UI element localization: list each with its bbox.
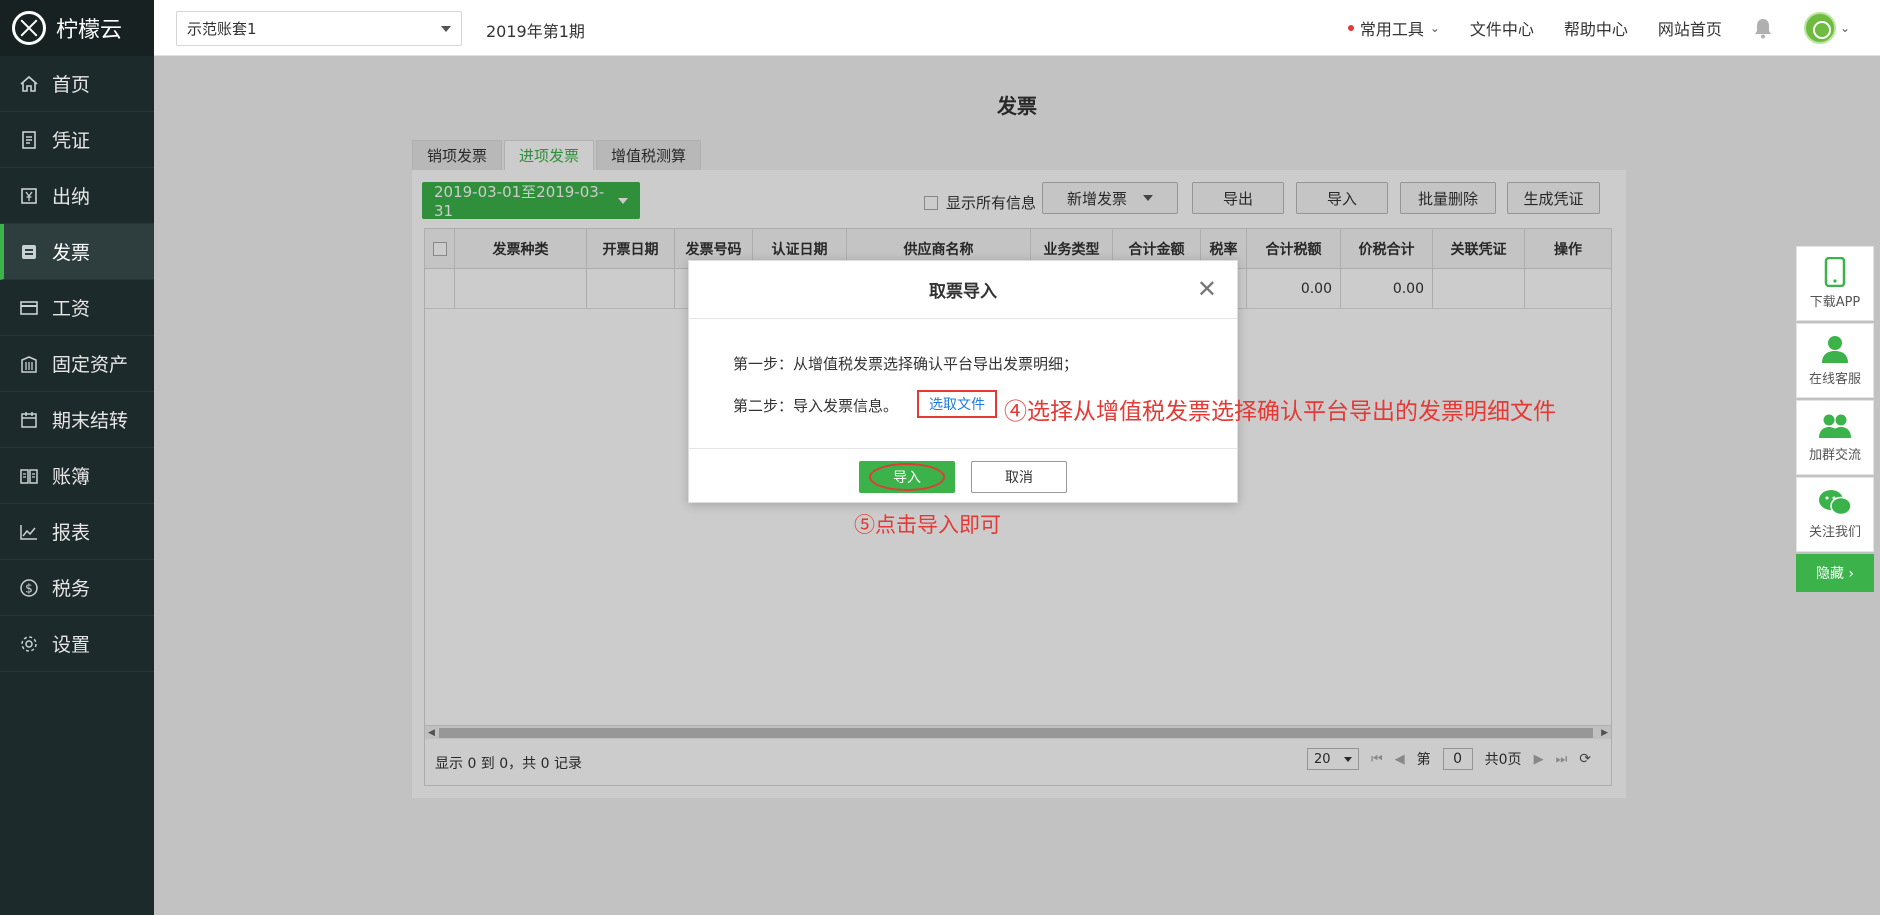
- home-icon: [18, 73, 40, 95]
- sidebar-item-home[interactable]: 首页: [0, 56, 154, 112]
- sidebar-item-label: 账簿: [52, 466, 91, 488]
- common-tools-label: 常用工具: [1359, 20, 1424, 39]
- annotation-step-4: ④选择从增值税发票选择确认平台导出的发票明细文件: [1004, 399, 1556, 425]
- sidebar-item-settings[interactable]: 设置: [0, 616, 154, 672]
- gear-icon: [18, 633, 40, 655]
- sidebar-item-label: 固定资产: [52, 354, 129, 376]
- follow-us-label: 关注我们: [1808, 525, 1861, 540]
- chevron-down-icon: ⌄: [1839, 21, 1850, 35]
- avatar: [1803, 12, 1836, 44]
- sidebar-item-label: 出纳: [52, 186, 91, 208]
- bell-icon[interactable]: [1752, 17, 1774, 39]
- online-service-button[interactable]: 在线客服: [1796, 323, 1874, 398]
- book-icon: [18, 465, 40, 487]
- step-one-text: 第一步：从增值税发票选择确认平台导出发票明细；: [733, 355, 1079, 373]
- sidebar-item-voucher[interactable]: 凭证: [0, 112, 154, 168]
- dialog-import-button[interactable]: 导入: [859, 460, 955, 493]
- topbar: 示范账套1 2019年第1期 常用工具 ⌄ 文件中心 帮助中心 网站首页 ⌄: [154, 0, 1880, 56]
- site-home-link[interactable]: 网站首页: [1658, 16, 1722, 40]
- annotation-step-5: ⑤点击导入即可: [854, 513, 1001, 537]
- sidebar-nav: 首页 凭证 出纳 发票 工资 固定资产 期末结转 账簿 报表 $ 税务 设置: [0, 56, 154, 672]
- sidebar-item-invoice[interactable]: 发票: [0, 224, 154, 280]
- chevron-down-icon: ⌄: [1429, 21, 1440, 35]
- invoice-icon: [18, 241, 40, 263]
- logo[interactable]: 柠檬云: [0, 0, 154, 56]
- top-right-nav: 常用工具 ⌄ 文件中心 帮助中心 网站首页 ⌄: [1347, 0, 1850, 56]
- dollar-icon: $: [18, 577, 40, 599]
- highlight-circle: [869, 462, 945, 491]
- group-icon: [1818, 412, 1852, 440]
- svg-text:$: $: [25, 581, 33, 595]
- sidebar-item-label: 期末结转: [52, 410, 129, 432]
- current-period: 2019年第1期: [486, 22, 585, 41]
- app-name: 柠檬云: [56, 18, 123, 43]
- sidebar-item-label: 设置: [52, 634, 91, 656]
- close-icon[interactable]: ✕: [1197, 275, 1217, 303]
- download-app-button[interactable]: 下载APP: [1796, 246, 1874, 321]
- wechat-icon: [1818, 489, 1852, 517]
- sidebar-item-salary[interactable]: 工资: [0, 280, 154, 336]
- account-select-value: 示范账套1: [187, 20, 257, 38]
- file-center-link[interactable]: 文件中心: [1470, 16, 1534, 40]
- user-icon: [1820, 334, 1850, 364]
- sidebar-item-fixed-assets[interactable]: 固定资产: [0, 336, 154, 392]
- sidebar-item-label: 税务: [52, 578, 91, 600]
- join-group-button[interactable]: 加群交流: [1796, 400, 1874, 475]
- help-center-link[interactable]: 帮助中心: [1564, 16, 1628, 40]
- chart-icon: [18, 521, 40, 543]
- lemon-logo-icon: [12, 11, 46, 45]
- sidebar-item-label: 首页: [52, 74, 91, 96]
- user-menu[interactable]: ⌄: [1803, 12, 1850, 44]
- join-group-label: 加群交流: [1808, 448, 1861, 463]
- right-float-panel: 下载APP 在线客服 加群交流 关注我们 隐藏 ›: [1796, 246, 1874, 592]
- account-select[interactable]: 示范账套1: [176, 11, 462, 46]
- cashier-icon: [18, 185, 40, 207]
- notification-dot-icon: [1347, 25, 1354, 31]
- common-tools-menu[interactable]: 常用工具 ⌄: [1347, 16, 1440, 40]
- sidebar-item-ledger[interactable]: 账簿: [0, 448, 154, 504]
- calendar-icon: [18, 409, 40, 431]
- follow-us-button[interactable]: 关注我们: [1796, 477, 1874, 552]
- dialog-footer: 导入 取消: [689, 449, 1237, 504]
- document-icon: [18, 129, 40, 151]
- select-file-button[interactable]: 选取文件: [917, 390, 997, 418]
- sidebar-item-label: 凭证: [52, 130, 91, 152]
- online-service-label: 在线客服: [1808, 372, 1861, 387]
- download-app-label: 下载APP: [1809, 295, 1861, 310]
- step-two-text: 第二步：导入发票信息。: [733, 397, 899, 415]
- caret-down-icon: [441, 25, 451, 32]
- sidebar-item-tax[interactable]: $ 税务: [0, 560, 154, 616]
- sidebar-item-period-end[interactable]: 期末结转: [0, 392, 154, 448]
- dialog-cancel-button[interactable]: 取消: [971, 460, 1067, 493]
- sidebar-item-label: 发票: [52, 242, 91, 264]
- hide-panel-button[interactable]: 隐藏 ›: [1796, 554, 1874, 592]
- sidebar: 柠檬云 首页 凭证 出纳 发票 工资 固定资产 期末结转 账簿 报表 $ 税务 …: [0, 0, 154, 915]
- dialog-title: 取票导入: [929, 282, 997, 302]
- invoice-import-dialog: 取票导入 ✕ 第一步：从增值税发票选择确认平台导出发票明细； 第二步：导入发票信…: [688, 260, 1238, 503]
- sidebar-item-label: 工资: [52, 298, 91, 320]
- sidebar-item-cashier[interactable]: 出纳: [0, 168, 154, 224]
- card-icon: [18, 297, 40, 319]
- sidebar-item-label: 报表: [52, 522, 91, 544]
- dialog-body: 第一步：从增值税发票选择确认平台导出发票明细； 第二步：导入发票信息。 选取文件: [689, 319, 1237, 449]
- phone-icon: [1824, 257, 1846, 287]
- sidebar-item-reports[interactable]: 报表: [0, 504, 154, 560]
- building-icon: [18, 353, 40, 375]
- dialog-header: 取票导入 ✕: [689, 261, 1237, 319]
